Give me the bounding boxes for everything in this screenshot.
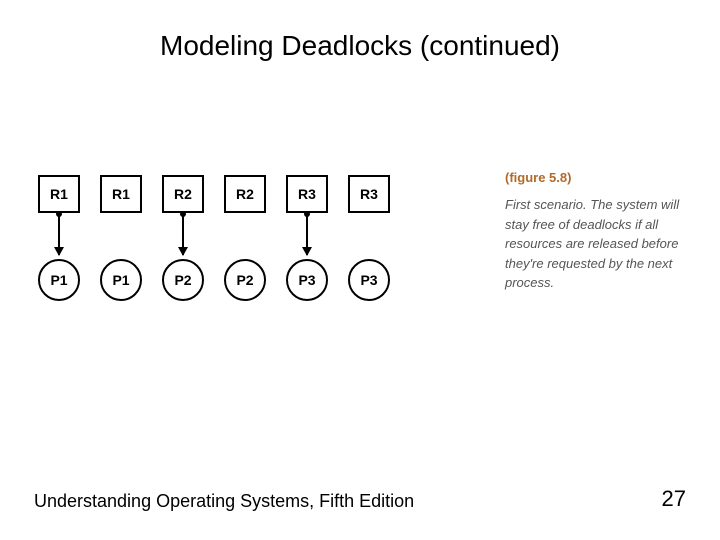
diagram-pair: R2 P2 [162,175,204,301]
process-node: P3 [348,259,390,301]
resource-node: R3 [348,175,390,213]
process-node: P3 [286,259,328,301]
resource-node: R3 [286,175,328,213]
page-number: 27 [662,486,686,512]
process-node: P2 [224,259,266,301]
allocation-arrow [120,215,122,255]
figure-caption-text: First scenario. The system will stay fre… [505,195,680,293]
process-node: P1 [38,259,80,301]
resource-node: R2 [224,175,266,213]
figure-number: (figure 5.8) [505,170,680,185]
process-node: P2 [162,259,204,301]
allocation-arrow [244,215,246,255]
allocation-arrow [306,215,308,255]
diagram-pair: R3 P3 [348,175,390,301]
page-title: Modeling Deadlocks (continued) [0,30,720,62]
resource-node: R2 [162,175,204,213]
figure-caption: (figure 5.8) First scenario. The system … [505,170,680,293]
process-node: P1 [100,259,142,301]
resource-node: R1 [100,175,142,213]
allocation-arrow [58,215,60,255]
resource-node: R1 [38,175,80,213]
footer-source: Understanding Operating Systems, Fifth E… [34,491,414,512]
allocation-arrow [368,215,370,255]
diagram-pair: R1 P1 [100,175,142,301]
diagram-pair: R2 P2 [224,175,266,301]
diagram-pair: R3 P3 [286,175,328,301]
allocation-arrow [182,215,184,255]
diagram-pair: R1 P1 [38,175,80,301]
resource-allocation-diagram: R1 P1 R1 P1 R2 P2 R2 P2 R3 P3 R3 P3 [38,175,390,301]
